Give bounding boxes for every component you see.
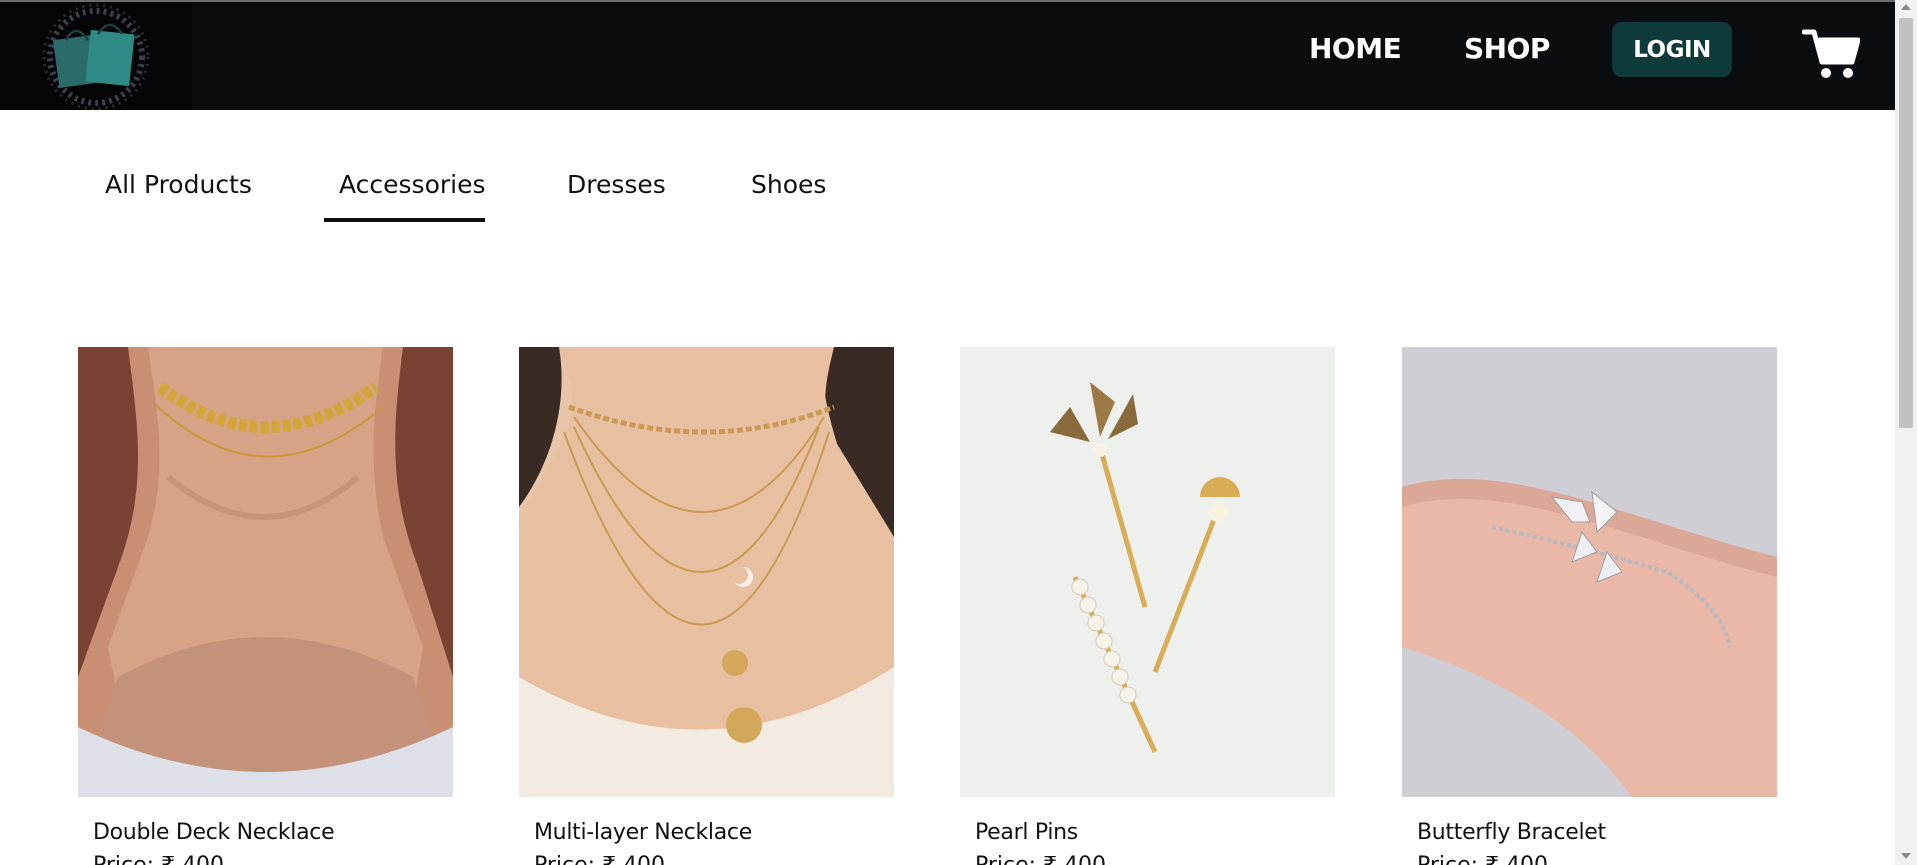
nav-home-link[interactable]: HOME bbox=[1309, 32, 1402, 65]
scrollbar-thumb[interactable] bbox=[1899, 18, 1913, 428]
product-price: Price: ₹ 400 bbox=[1417, 853, 1548, 865]
product-image[interactable] bbox=[519, 347, 894, 797]
product-name[interactable]: Multi-layer Necklace bbox=[534, 820, 752, 845]
product-card[interactable]: Butterfly Bracelet Price: ₹ 400 bbox=[1402, 347, 1777, 865]
product-name[interactable]: Butterfly Bracelet bbox=[1417, 820, 1606, 845]
shopping-bags-logo[interactable] bbox=[0, 2, 192, 110]
product-name[interactable]: Double Deck Necklace bbox=[93, 820, 335, 845]
product-card[interactable]: Double Deck Necklace Price: ₹ 400 bbox=[78, 347, 453, 865]
product-price: Price: ₹ 400 bbox=[534, 853, 665, 865]
product-price: Price: ₹ 400 bbox=[975, 853, 1106, 865]
product-name[interactable]: Pearl Pins bbox=[975, 820, 1078, 845]
scroll-down-arrow-icon[interactable] bbox=[1901, 853, 1911, 859]
tab-accessories[interactable]: Accessories bbox=[339, 170, 486, 199]
nav-shop-link[interactable]: SHOP bbox=[1464, 32, 1550, 65]
product-price: Price: ₹ 400 bbox=[93, 853, 224, 865]
shopping-cart-icon[interactable] bbox=[1801, 28, 1861, 80]
product-image[interactable] bbox=[960, 347, 1335, 797]
active-tab-indicator bbox=[324, 218, 485, 222]
product-card[interactable]: Multi-layer Necklace Price: ₹ 400 bbox=[519, 347, 894, 865]
tab-dresses[interactable]: Dresses bbox=[567, 170, 666, 199]
tab-shoes[interactable]: Shoes bbox=[751, 170, 826, 199]
vertical-scrollbar[interactable] bbox=[1895, 0, 1917, 865]
scroll-up-arrow-icon[interactable] bbox=[1901, 4, 1911, 10]
navbar: HOME SHOP LOGIN bbox=[0, 2, 1895, 110]
tab-all-products[interactable]: All Products bbox=[105, 170, 252, 199]
product-image[interactable] bbox=[78, 347, 453, 797]
product-card[interactable]: Pearl Pins Price: ₹ 400 bbox=[960, 347, 1335, 865]
product-image[interactable] bbox=[1402, 347, 1777, 797]
login-button[interactable]: LOGIN bbox=[1612, 22, 1732, 77]
